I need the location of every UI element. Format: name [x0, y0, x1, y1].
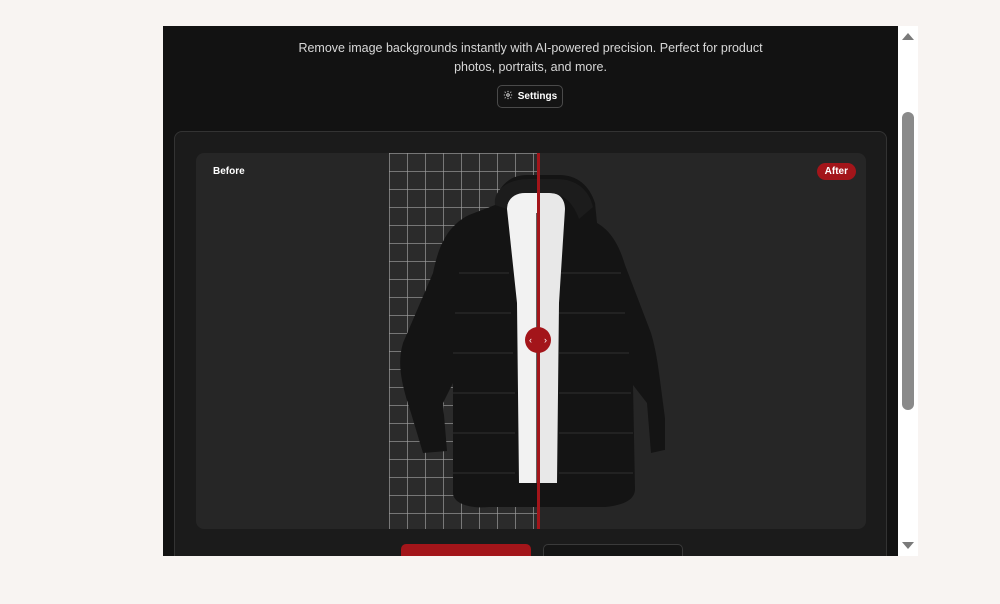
- chevron-left-icon: ‹: [529, 335, 532, 345]
- before-label: Before: [213, 166, 245, 177]
- settings-button[interactable]: Settings: [497, 85, 563, 108]
- download-button[interactable]: [401, 544, 531, 556]
- scroll-up-arrow-icon[interactable]: [902, 33, 914, 40]
- secondary-button[interactable]: [543, 544, 683, 556]
- slider-handle[interactable]: ‹ ›: [525, 327, 551, 353]
- comparison-card: Before After ‹ ›: [174, 131, 887, 556]
- vertical-scrollbar[interactable]: [898, 26, 918, 556]
- comparison-stage[interactable]: Before After ‹ ›: [196, 153, 866, 529]
- after-badge: After: [816, 163, 856, 180]
- settings-label: Settings: [517, 91, 558, 102]
- app-window: Remove image backgrounds instantly with …: [163, 26, 898, 556]
- chevron-right-icon: ›: [544, 335, 547, 345]
- app-description: Remove image backgrounds instantly with …: [163, 39, 898, 77]
- description-line-2: photos, portraits, and more.: [454, 60, 607, 74]
- scroll-thumb[interactable]: [902, 112, 914, 410]
- description-line-1: Remove image backgrounds instantly with …: [298, 41, 763, 55]
- scroll-down-arrow-icon[interactable]: [902, 542, 914, 549]
- gear-icon: [503, 90, 513, 103]
